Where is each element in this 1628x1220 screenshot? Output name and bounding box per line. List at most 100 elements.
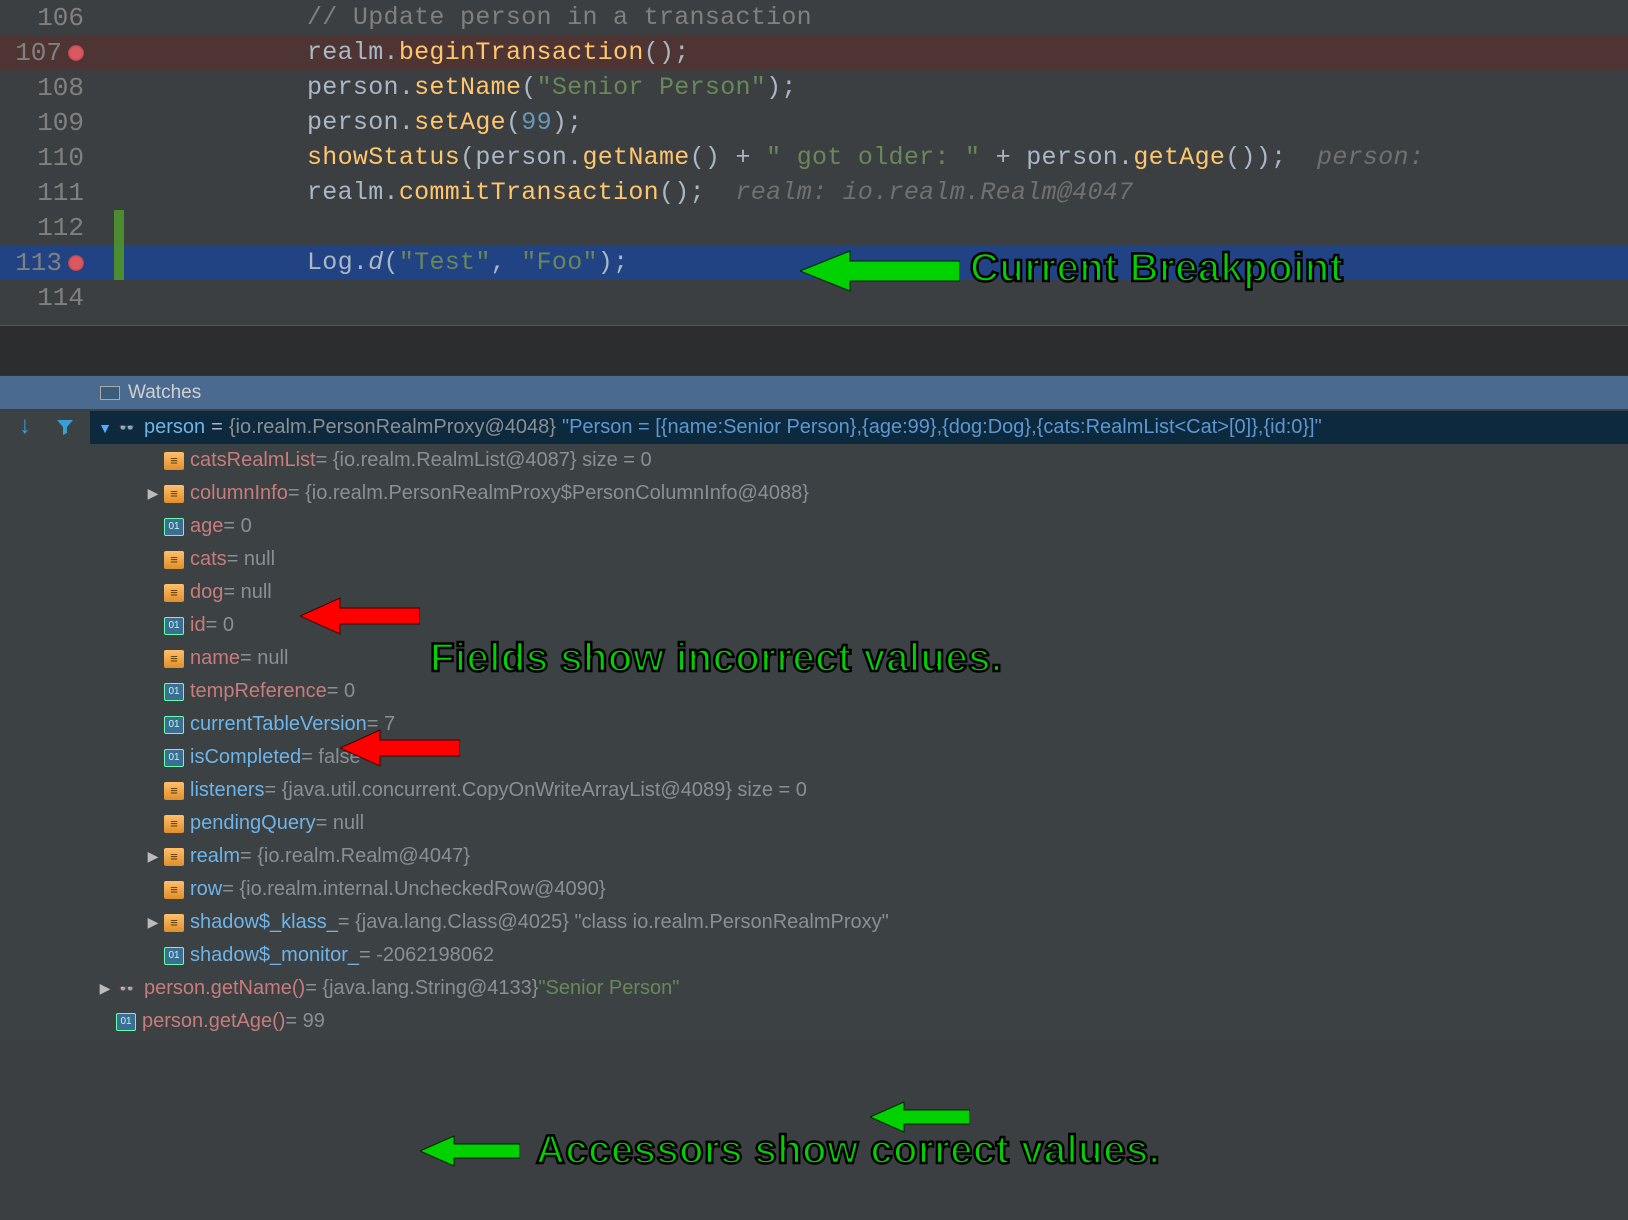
code-content[interactable] <box>92 280 1628 315</box>
watch-root[interactable]: ▼ 👓 person = {io.realm.PersonRealmProxy@… <box>90 411 1628 444</box>
watches-icon <box>100 386 120 400</box>
gutter[interactable]: 111 <box>0 175 92 210</box>
field-row[interactable]: 01currentTableVersion = 7 <box>90 708 1628 741</box>
code-editor[interactable]: 106 // Update person in a transaction 107 r… <box>0 0 1628 315</box>
field-value: = 0 <box>223 515 251 538</box>
gutter[interactable]: 108 <box>0 70 92 105</box>
watches-tree[interactable]: ▼ 👓 person = {io.realm.PersonRealmProxy@… <box>90 409 1628 1040</box>
line-number: 111 <box>37 178 84 208</box>
field-row[interactable]: ▶≡columnInfo = {io.realm.PersonRealmProx… <box>90 477 1628 510</box>
field-name: shadow$_monitor_ <box>190 944 359 967</box>
code-line[interactable]: 109 person.setAge(99); <box>0 105 1628 140</box>
annotation-arrow-green-2 <box>870 1100 970 1134</box>
accessor-row[interactable]: 01 person.getAge() = 99 <box>90 1005 1628 1038</box>
filter-icon[interactable] <box>53 415 77 439</box>
gutter[interactable]: 114 <box>0 280 92 315</box>
field-value: = null <box>316 812 364 835</box>
field-row[interactable]: 01tempReference = 0 <box>90 675 1628 708</box>
line-number: 108 <box>37 73 84 103</box>
accessor-row[interactable]: ▶👓person.getName() = {java.lang.String@4… <box>90 972 1628 1005</box>
arrow-down-icon[interactable]: ↓ <box>13 415 37 439</box>
field-row[interactable]: ≡row = {io.realm.internal.UncheckedRow@4… <box>90 873 1628 906</box>
field-row[interactable]: ▶≡realm = {io.realm.Realm@4047} <box>90 840 1628 873</box>
object-icon: ≡ <box>164 584 184 602</box>
field-value: = false <box>301 746 360 769</box>
field-name: tempReference <box>190 680 327 703</box>
primitive-icon: 01 <box>164 617 184 635</box>
field-name: pendingQuery <box>190 812 316 835</box>
field-value: = null <box>240 647 288 670</box>
accessor-value: = 99 <box>285 1010 324 1033</box>
breakpoint-icon[interactable] <box>68 255 84 271</box>
field-name: catsRealmList <box>190 449 316 472</box>
code-line[interactable]: 111 realm.commitTransaction(); realm: io.… <box>0 175 1628 210</box>
field-name: name <box>190 647 240 670</box>
code-line[interactable]: 110showStatus(person.getName() + " got o… <box>0 140 1628 175</box>
field-row[interactable]: ≡dog = null <box>90 576 1628 609</box>
code-line[interactable]: 113Log.d("Test", "Foo"); <box>0 245 1628 280</box>
field-value: = {io.realm.internal.UncheckedRow@4090} <box>222 878 605 901</box>
accessor-string-value: "Senior Person" <box>538 977 679 1000</box>
field-row[interactable]: ≡catsRealmList = {io.realm.RealmList@408… <box>90 444 1628 477</box>
code-content[interactable]: showStatus(person.getName() + " got olde… <box>92 140 1628 175</box>
code-content[interactable]: // Update person in a transaction <box>92 0 1628 35</box>
code-line[interactable]: 106 // Update person in a transaction <box>0 0 1628 35</box>
line-number: 107 <box>15 38 62 68</box>
primitive-icon: 01 <box>164 749 184 767</box>
field-name: age <box>190 515 223 538</box>
code-content[interactable]: person.setAge(99); <box>92 105 1628 140</box>
code-content[interactable]: realm.commitTransaction(); realm: io.rea… <box>92 175 1628 210</box>
code-line[interactable]: 108 person.setName("Senior Person"); <box>0 70 1628 105</box>
code-line[interactable]: 107 realm.beginTransaction(); <box>0 35 1628 70</box>
code-content[interactable]: Log.d("Test", "Foo"); <box>92 245 1628 280</box>
field-row[interactable]: ▶≡shadow$_klass_ = {java.lang.Class@4025… <box>90 906 1628 939</box>
object-icon: ≡ <box>164 815 184 833</box>
field-value: = {java.util.concurrent.CopyOnWriteArray… <box>264 779 806 802</box>
field-row[interactable]: 01shadow$_monitor_ = -2062198062 <box>90 939 1628 972</box>
field-row[interactable]: ≡ pendingQuery = null <box>90 807 1628 840</box>
watches-header[interactable]: Watches <box>0 375 1628 409</box>
code-content[interactable] <box>92 210 1628 245</box>
expand-arrow-icon[interactable]: ▶ <box>144 914 162 931</box>
watches-title: Watches <box>128 382 201 404</box>
gutter[interactable]: 107 <box>0 35 92 70</box>
code-content[interactable]: person.setName("Senior Person"); <box>92 70 1628 105</box>
expand-arrow-icon[interactable]: ▼ <box>96 420 114 436</box>
watch-icon: 👓 <box>116 420 138 436</box>
accessor-name: person.getName() <box>144 977 305 1000</box>
field-value: = 7 <box>367 713 395 736</box>
line-number: 109 <box>37 108 84 138</box>
accessor-name: person.getAge() <box>142 1010 285 1033</box>
gutter[interactable]: 112 <box>0 210 92 245</box>
expand-arrow-icon[interactable]: ▶ <box>144 848 162 865</box>
gutter[interactable]: 113 <box>0 245 92 280</box>
gutter[interactable]: 109 <box>0 105 92 140</box>
field-row[interactable]: 01 isCompleted = false <box>90 741 1628 774</box>
line-number: 112 <box>37 213 84 243</box>
field-name: realm <box>190 845 240 868</box>
code-content[interactable]: realm.beginTransaction(); <box>92 35 1628 70</box>
field-value: = null <box>223 581 271 604</box>
watches-toolbar: ↓ <box>0 409 90 1040</box>
primitive-icon: 01 <box>116 1013 136 1031</box>
field-row[interactable]: ≡listeners = {java.util.concurrent.CopyO… <box>90 774 1628 807</box>
expand-arrow-icon[interactable]: ▶ <box>144 485 162 502</box>
field-row[interactable]: ≡cats = null <box>90 543 1628 576</box>
field-name: isCompleted <box>190 746 301 769</box>
gutter[interactable]: 106 <box>0 0 92 35</box>
field-value: = {io.realm.Realm@4047} <box>240 845 470 868</box>
breakpoint-icon[interactable] <box>68 45 84 61</box>
code-line[interactable]: 112 <box>0 210 1628 245</box>
object-icon: ≡ <box>164 485 184 503</box>
field-value: = {java.lang.Class@4025} "class io.realm… <box>338 911 889 934</box>
line-number: 106 <box>37 3 84 33</box>
watch-summary: "Person = [{name:Senior Person},{age:99}… <box>562 416 1322 439</box>
code-line[interactable]: 114 <box>0 280 1628 315</box>
field-row[interactable]: 01age = 0 <box>90 510 1628 543</box>
field-value: = 0 <box>327 680 355 703</box>
expand-arrow-icon[interactable]: ▶ <box>96 980 114 997</box>
field-row[interactable]: 01id = 0 <box>90 609 1628 642</box>
panel-divider[interactable] <box>0 325 1628 375</box>
gutter[interactable]: 110 <box>0 140 92 175</box>
field-row[interactable]: ≡name = null <box>90 642 1628 675</box>
